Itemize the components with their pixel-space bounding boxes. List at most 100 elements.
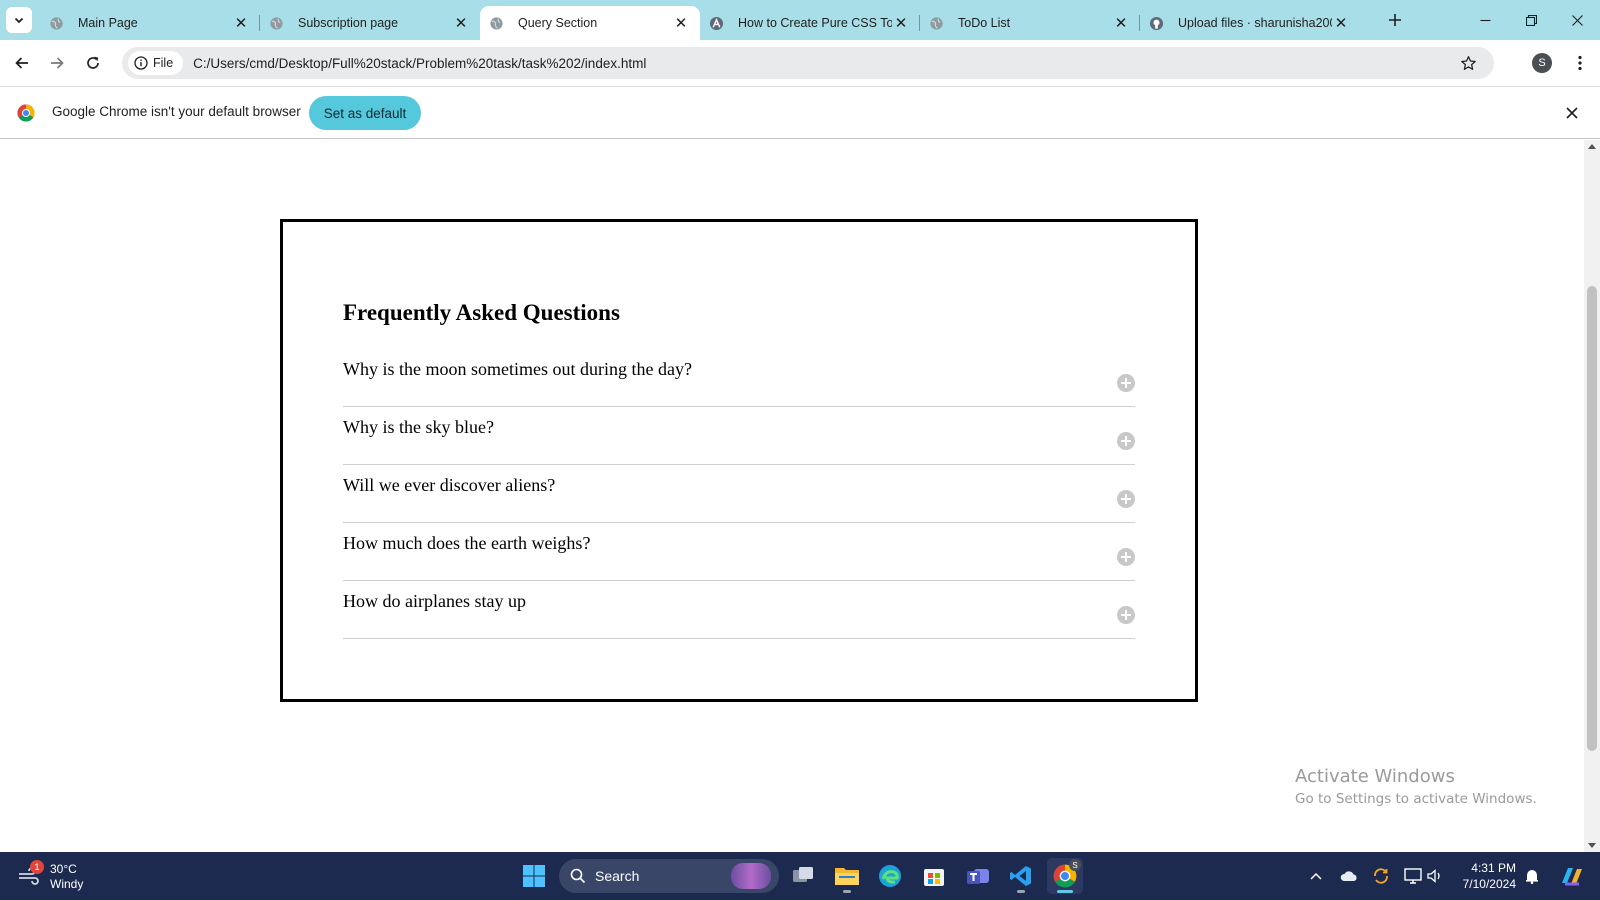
- chrome-profile-badge: S: [1069, 859, 1081, 871]
- plus-circle-icon[interactable]: [1117, 374, 1135, 392]
- faq-title: Frequently Asked Questions: [343, 300, 620, 325]
- tab-main-page[interactable]: Main Page ✕: [40, 6, 260, 40]
- search-highlight-image: [731, 863, 771, 889]
- close-icon: [1571, 14, 1583, 26]
- start-button[interactable]: [516, 858, 552, 894]
- edge-icon: [879, 865, 901, 887]
- folder-icon: [835, 868, 859, 885]
- close-icon[interactable]: ✕: [1112, 14, 1130, 32]
- task-view-icon: [793, 867, 813, 882]
- faq-question: Why is the moon sometimes out during the…: [343, 359, 692, 379]
- bookmark-star-icon[interactable]: [1458, 53, 1478, 73]
- onedrive-tray-icon[interactable]: [1339, 866, 1359, 886]
- info-icon: [134, 56, 148, 70]
- close-icon[interactable]: ✕: [672, 14, 690, 32]
- notification-bell-icon[interactable]: [1522, 866, 1542, 886]
- plus-circle-icon[interactable]: [1117, 606, 1135, 624]
- search-icon: [570, 868, 586, 884]
- tab-title: Main Page: [78, 16, 138, 30]
- new-tab-button[interactable]: [1384, 9, 1406, 31]
- github-icon: [1148, 15, 1164, 31]
- scroll-down-arrow-icon[interactable]: [1588, 843, 1596, 848]
- weather-description: Windy: [50, 877, 84, 891]
- tab-list: Main Page ✕ Subscription page ✕ Query Se…: [40, 6, 1360, 40]
- running-indicator: [1017, 890, 1025, 893]
- teams-icon: [967, 869, 989, 884]
- plus-circle-icon[interactable]: [1117, 432, 1135, 450]
- page-viewport: Frequently Asked Questions Why is the mo…: [0, 140, 1600, 852]
- globe-icon: [928, 15, 944, 31]
- set-as-default-button[interactable]: Set as default: [309, 96, 421, 130]
- file-explorer-button[interactable]: [829, 858, 865, 894]
- faq-item[interactable]: How do airplanes stay up: [343, 581, 1135, 639]
- copilot-icon[interactable]: [1558, 864, 1586, 888]
- faq-container: Frequently Asked Questions Why is the mo…: [280, 219, 1198, 702]
- system-clock[interactable]: 4:31 PM 7/10/2024: [1452, 860, 1516, 892]
- network-tray-icon[interactable]: [1403, 866, 1423, 886]
- minimize-button[interactable]: [1462, 0, 1508, 40]
- edge-browser-button[interactable]: [872, 858, 908, 894]
- vscode-button[interactable]: [1003, 858, 1039, 894]
- profile-avatar[interactable]: S: [1532, 53, 1552, 73]
- taskbar-search-box[interactable]: Search: [559, 859, 779, 893]
- globe-icon: [488, 15, 504, 31]
- tab-todo-list[interactable]: ToDo List ✕: [920, 6, 1140, 40]
- close-icon[interactable]: ✕: [892, 14, 910, 32]
- faq-question: How much does the earth weighs?: [343, 533, 591, 553]
- address-bar[interactable]: File C:/Users/cmd/Desktop/Full%20stack/P…: [122, 47, 1494, 79]
- weather-widget[interactable]: 1 30°C Windy: [18, 860, 138, 892]
- watermark-subtitle: Go to Settings to activate Windows.: [1295, 791, 1537, 807]
- chrome-taskbar-button[interactable]: S: [1047, 858, 1083, 894]
- scrollbar-thumb[interactable]: [1587, 286, 1597, 751]
- restore-button[interactable]: [1508, 0, 1554, 40]
- store-icon: [924, 869, 944, 886]
- url-text[interactable]: C:/Users/cmd/Desktop/Full%20stack/Proble…: [193, 56, 646, 71]
- back-button[interactable]: [8, 49, 36, 77]
- faq-item[interactable]: Why is the moon sometimes out during the…: [343, 349, 1135, 407]
- faq-item[interactable]: Why is the sky blue?: [343, 407, 1135, 465]
- sync-tray-icon[interactable]: [1371, 866, 1391, 886]
- microsoft-store-button[interactable]: [916, 858, 952, 894]
- chevron-up-icon: [1310, 872, 1322, 880]
- restore-icon: [1525, 14, 1537, 26]
- plus-circle-icon[interactable]: [1117, 548, 1135, 566]
- volume-tray-icon[interactable]: [1425, 866, 1445, 886]
- faq-item[interactable]: Will we ever discover aliens?: [343, 465, 1135, 523]
- infobar-message: Google Chrome isn't your default browser: [52, 104, 301, 119]
- forward-button[interactable]: [43, 49, 71, 77]
- vscode-icon: [1010, 866, 1031, 886]
- close-window-button[interactable]: [1554, 0, 1600, 40]
- close-icon[interactable]: ✕: [1332, 14, 1350, 32]
- active-window-indicator: [1057, 890, 1073, 893]
- tab-strip: Main Page ✕ Subscription page ✕ Query Se…: [0, 0, 1600, 40]
- vertical-scrollbar[interactable]: [1584, 140, 1600, 852]
- faq-question: How do airplanes stay up: [343, 591, 526, 611]
- watermark-title: Activate Windows: [1295, 766, 1455, 787]
- teams-button[interactable]: [960, 858, 996, 894]
- faq-question: Will we ever discover aliens?: [343, 475, 556, 495]
- tab-search-button[interactable]: [6, 7, 32, 33]
- site-info-chip[interactable]: File: [128, 51, 184, 75]
- tab-title: Upload files · sharunisha2002: [1178, 16, 1332, 30]
- scroll-up-arrow-icon[interactable]: [1588, 144, 1596, 149]
- chevron-down-icon: [14, 17, 24, 24]
- reload-button[interactable]: [79, 49, 107, 77]
- more-menu-icon[interactable]: [1570, 51, 1590, 75]
- show-hidden-icons-button[interactable]: [1306, 866, 1326, 886]
- task-view-button[interactable]: [785, 858, 821, 894]
- globe-icon: [48, 15, 64, 31]
- plus-circle-icon[interactable]: [1117, 490, 1135, 508]
- infobar-close-icon[interactable]: [1562, 103, 1582, 123]
- close-icon[interactable]: ✕: [232, 14, 250, 32]
- close-icon[interactable]: ✕: [452, 14, 470, 32]
- site-info-label: File: [153, 56, 174, 70]
- tab-upload-files[interactable]: Upload files · sharunisha2002 ✕: [1140, 6, 1360, 40]
- weather-temperature: 30°C: [50, 862, 77, 876]
- tab-subscription-page[interactable]: Subscription page ✕: [260, 6, 480, 40]
- notification-badge: 1: [30, 860, 44, 874]
- faq-item[interactable]: How much does the earth weighs?: [343, 523, 1135, 581]
- tab-title: Query Section: [518, 16, 598, 30]
- tab-query-section[interactable]: Query Section ✕: [480, 6, 700, 40]
- clock-time: 4:31 PM: [1471, 861, 1516, 875]
- tab-css-tutorial[interactable]: How to Create Pure CSS To D ✕: [700, 6, 920, 40]
